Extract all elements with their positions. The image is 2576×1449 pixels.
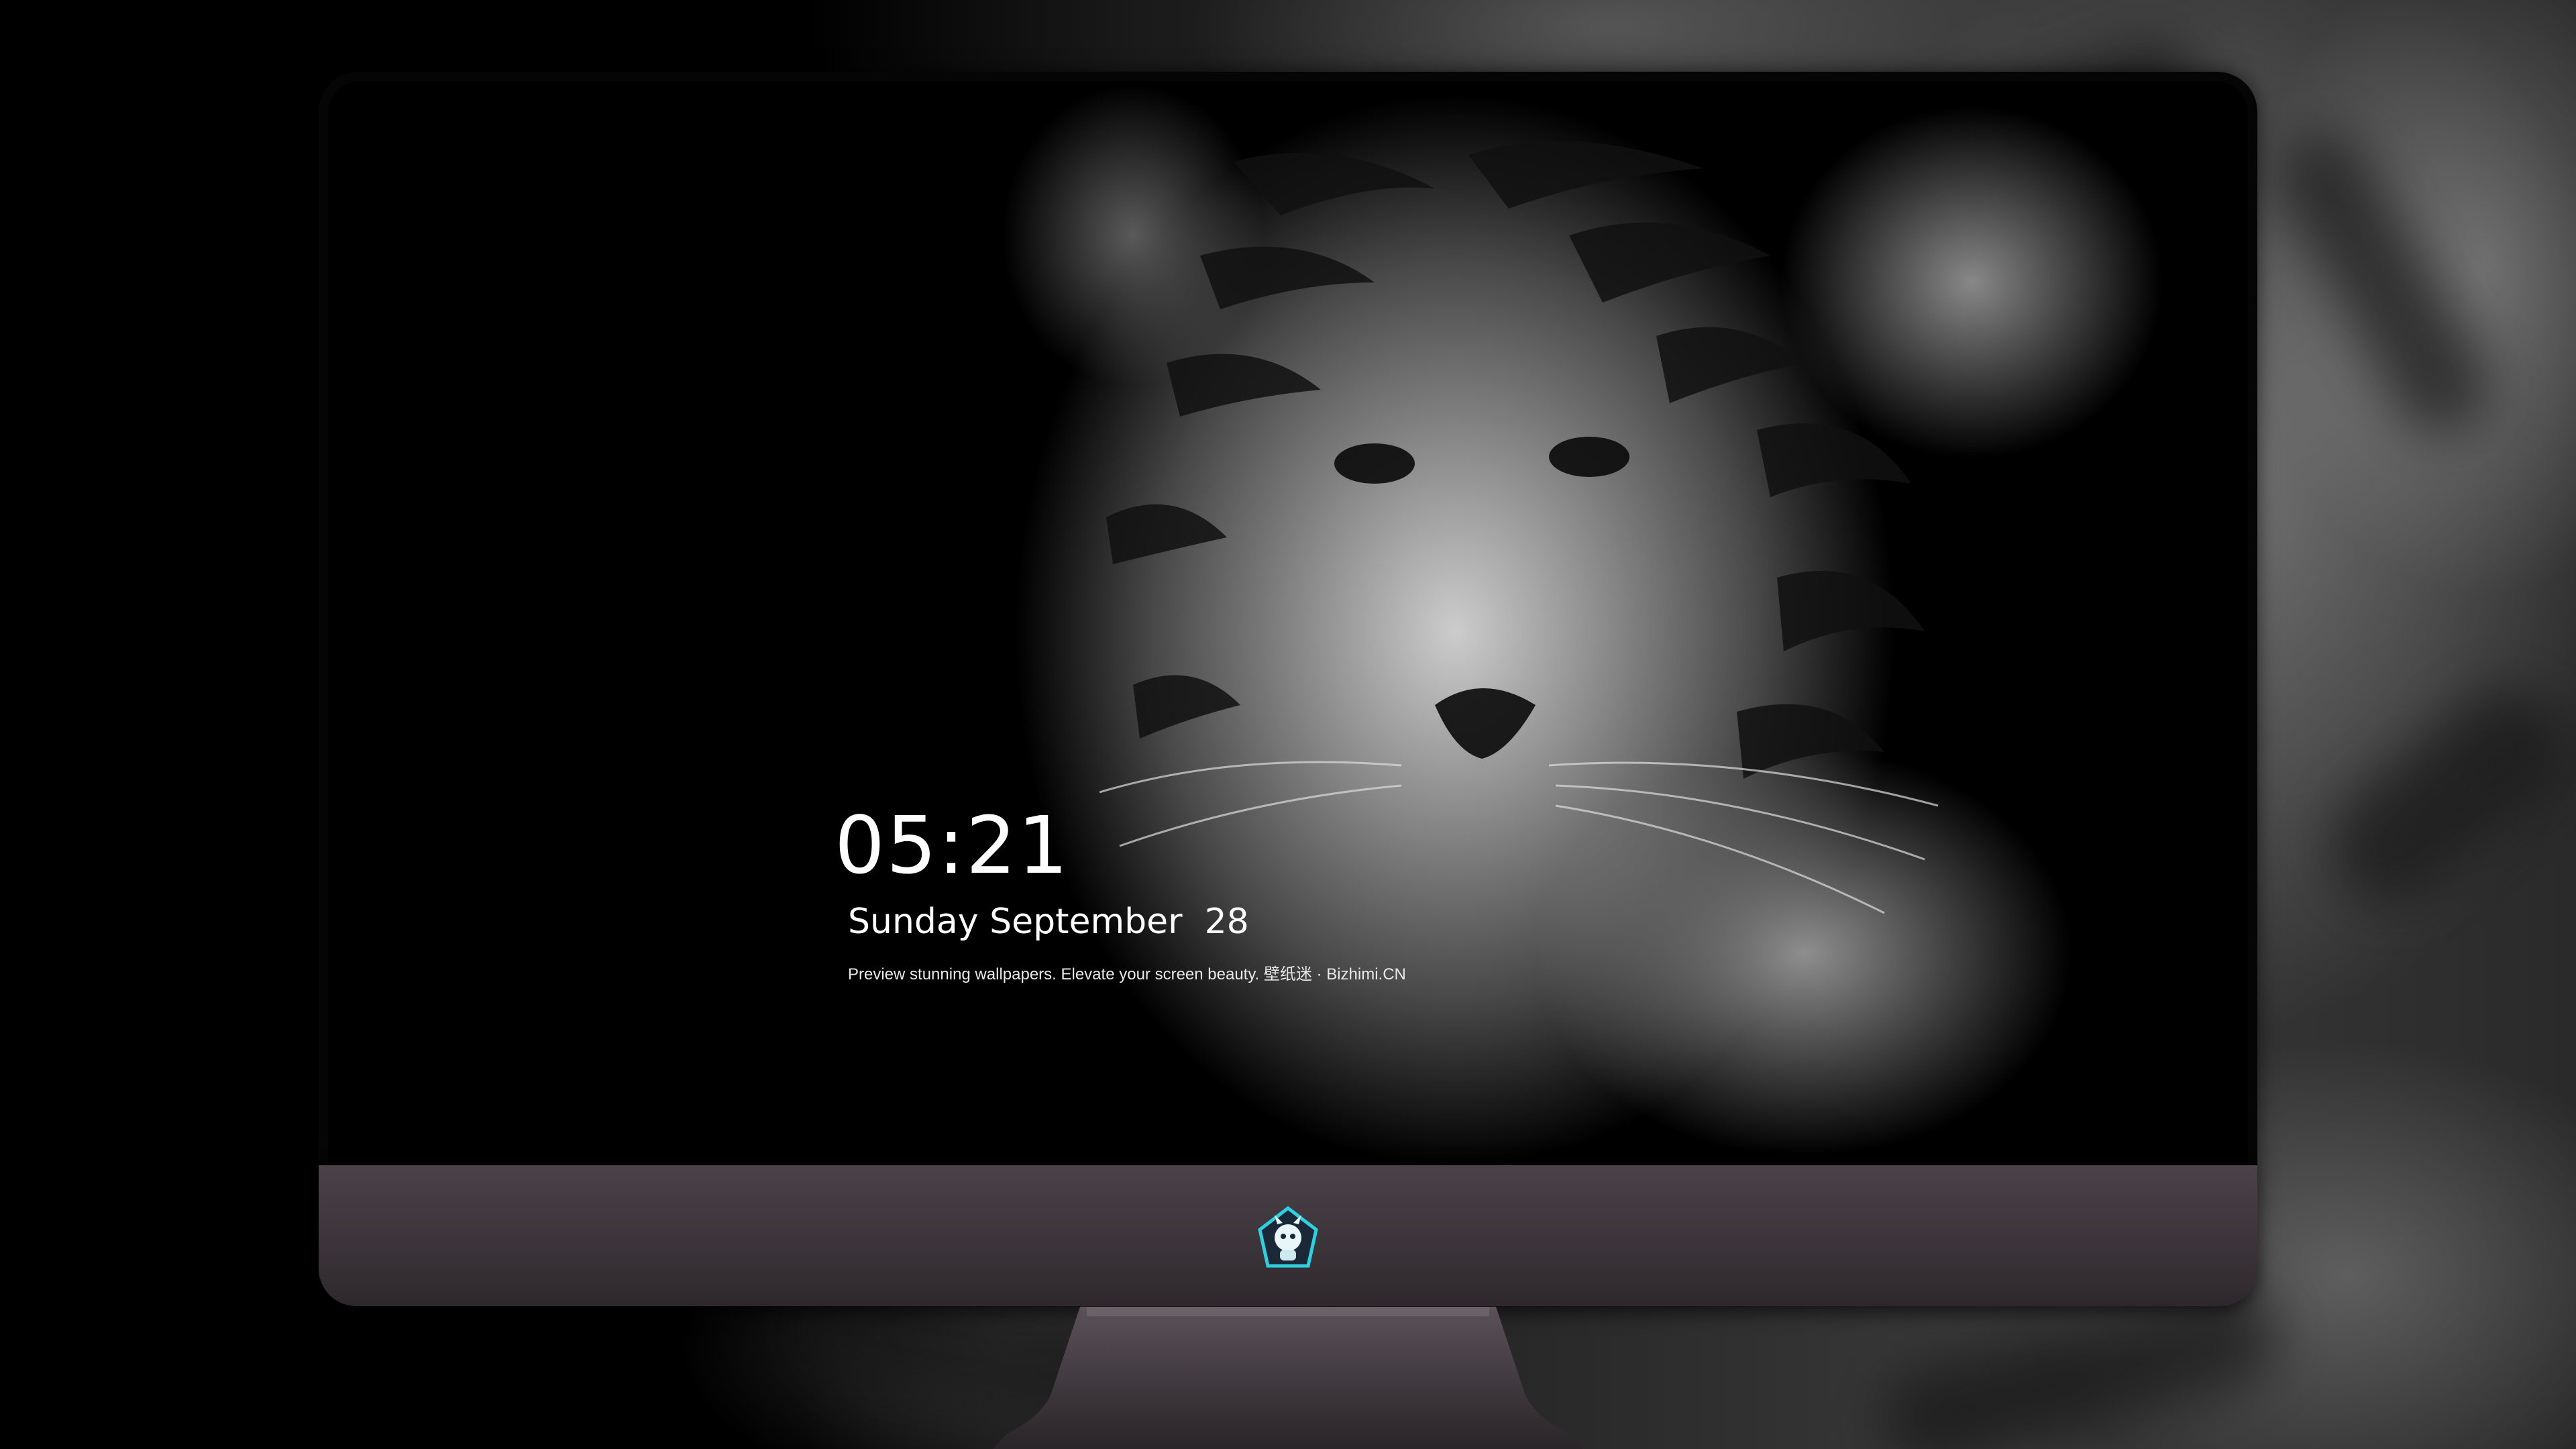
- monitor-chin: [319, 1165, 2257, 1306]
- lock-screen-clock: 05:21: [835, 799, 1070, 892]
- desktop-scene: 05:21 Sunday September 28 Preview stunni…: [0, 0, 2576, 1449]
- tiger-stripes: [1099, 141, 1939, 914]
- lock-screen-tagline: Preview stunning wallpapers. Elevate you…: [848, 965, 1406, 983]
- dragon-mascot-logo: [1258, 1205, 1318, 1268]
- screen: 05:21 Sunday September 28 Preview stunni…: [328, 81, 2248, 1163]
- screen-bezel: 05:21 Sunday September 28 Preview stunni…: [319, 72, 2257, 1172]
- lock-screen-date: Sunday September 28: [848, 902, 1249, 942]
- monitor-stand: [993, 1307, 1583, 1449]
- tiger-wallpaper: [328, 81, 2248, 1163]
- imac-monitor: 05:21 Sunday September 28 Preview stunni…: [319, 72, 2257, 1306]
